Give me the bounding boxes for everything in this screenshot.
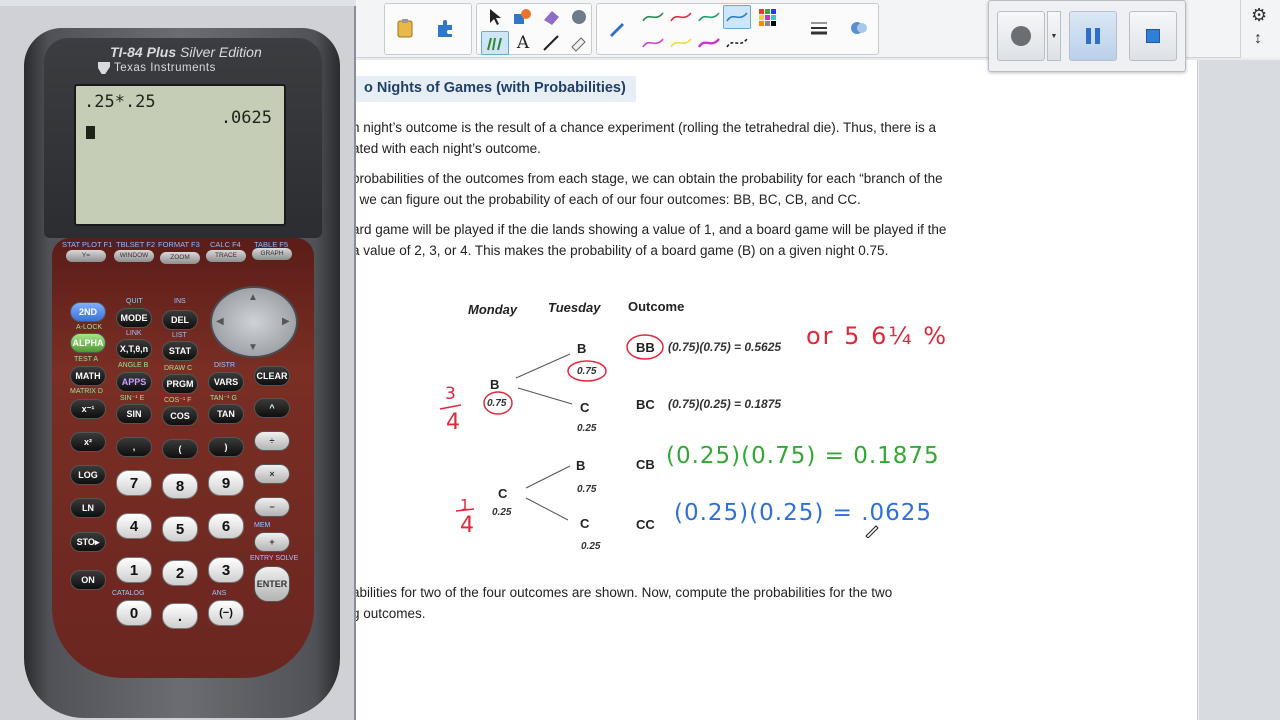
calculator-screen: .25*.25 .0625 [74,84,286,226]
key-secondary-label: ENTRY SOLVE [250,555,299,562]
key-sin[interactable]: SIN [116,404,152,424]
key-decimal[interactable]: . [162,603,198,629]
key-xtn[interactable]: X,T,θ,n [116,339,152,359]
key-secondary-label: INS [174,298,186,305]
key-secondary-label: TEST A [74,356,98,363]
key-secondary-label: MATRIX D [70,388,103,395]
ink-fraction-one-num: 1 [460,496,470,514]
key-apps[interactable]: APPS [116,372,152,392]
key-secondary-label: COS⁻¹ F [164,397,192,404]
key-secondary-label: DISTR [214,362,235,369]
calculator-model: TI-84 Plus Silver Edition [110,44,262,60]
key-log[interactable]: LOG [70,465,106,485]
key-window[interactable]: WINDOW [114,250,154,262]
key-7[interactable]: 7 [116,470,152,496]
key-secondary-label: TAN⁻¹ G [210,395,237,402]
arrow-left-icon[interactable]: ◀ [216,316,224,327]
key-4[interactable]: 4 [116,513,152,539]
key-ln[interactable]: LN [70,498,106,518]
ink-fraction-one-den: 4 [460,513,474,538]
key-power[interactable]: ^ [254,398,290,418]
key-secondary-label: DRAW C [164,365,193,372]
key-graph[interactable]: GRAPH [252,248,292,260]
pen-cursor-icon [864,522,880,539]
key-prgm[interactable]: PRGM [162,374,198,394]
key-negative[interactable]: (−) [208,600,244,626]
screen-input: .25*.25 [84,92,156,112]
key-math[interactable]: MATH [70,366,106,386]
calculator-maker: Texas Instruments [114,62,216,74]
key-comma[interactable]: , [116,437,152,457]
calculator-edition: Silver Edition [180,44,262,60]
key-3[interactable]: 3 [208,557,244,583]
key-divide[interactable]: ÷ [254,431,290,451]
arrow-right-icon[interactable]: ▶ [282,316,290,327]
key-multiply[interactable]: × [254,464,290,484]
key-6[interactable]: 6 [208,513,244,539]
key-secondary-label: MEM [254,522,271,529]
calculator-titlebar[interactable] [0,0,356,6]
key-1[interactable]: 1 [116,557,152,583]
key-open-paren[interactable]: ( [162,439,198,459]
ink-cb-work: (0.25)(0.75) = 0.1875 [666,443,940,469]
ink-cc-work: (0.25)(0.25) = .0625 [674,500,933,526]
key-close-paren[interactable]: ) [208,437,244,457]
key-8[interactable]: 8 [162,473,198,499]
ink-fraction-three-den: 4 [446,410,460,435]
fkey-label: TBLSET F2 [116,240,156,249]
key-del[interactable]: DEL [162,310,198,330]
key-2[interactable]: 2 [162,560,198,586]
key-secondary-label: LINK [126,330,142,337]
key-inverse[interactable]: x⁻¹ [70,399,106,419]
key-secondary-label: ANGLE B [118,362,149,369]
key-secondary-label: A-LOCK [76,324,103,331]
key-on[interactable]: ON [70,570,106,590]
fkey-label: STAT PLOT F1 [62,240,113,249]
key-vars[interactable]: VARS [208,372,244,392]
key-add[interactable]: + [254,532,290,552]
fkey-label: CALC F4 [210,240,241,249]
key-2nd[interactable]: 2ND [70,302,106,322]
key-9[interactable]: 9 [208,470,244,496]
arrow-up-icon[interactable]: ▲ [248,292,258,303]
arrow-pad[interactable]: ▲ ▼ ◀ ▶ [210,286,298,358]
key-5[interactable]: 5 [162,516,198,542]
key-secondary-label: SIN⁻¹ E [120,395,145,402]
key-zoom[interactable]: ZOOM [160,252,200,264]
ink-bb-percent: or 5 6¼ % [806,322,949,350]
key-tan[interactable]: TAN [208,404,244,424]
ink-fraction-three-num: 3 [445,384,456,404]
calculator-panel: TI-84 Plus Silver Edition Texas Instrume… [0,0,356,720]
key-enter[interactable]: ENTER [254,566,290,602]
key-secondary-label: LIST [172,332,187,339]
fkey-label: FORMAT F3 [158,240,200,249]
key-secondary-label: QUIT [126,298,143,305]
key-clear[interactable]: CLEAR [254,366,290,386]
key-0[interactable]: 0 [116,600,152,626]
key-y-equals[interactable]: Y= [66,250,106,262]
key-secondary-label: ANS [212,590,227,597]
key-square[interactable]: x² [70,432,106,452]
key-store[interactable]: STO▸ [70,532,106,552]
key-mode[interactable]: MODE [116,308,152,328]
key-alpha[interactable]: ALPHA [70,333,106,353]
key-subtract[interactable]: − [254,497,290,517]
screen-cursor [86,126,95,139]
key-trace[interactable]: TRACE [206,250,246,262]
screen-result: .0625 [220,108,272,128]
arrow-down-icon[interactable]: ▼ [248,342,258,353]
key-cos[interactable]: COS [162,406,198,426]
key-secondary-label: CATALOG [112,590,145,597]
key-stat[interactable]: STAT [162,341,198,361]
